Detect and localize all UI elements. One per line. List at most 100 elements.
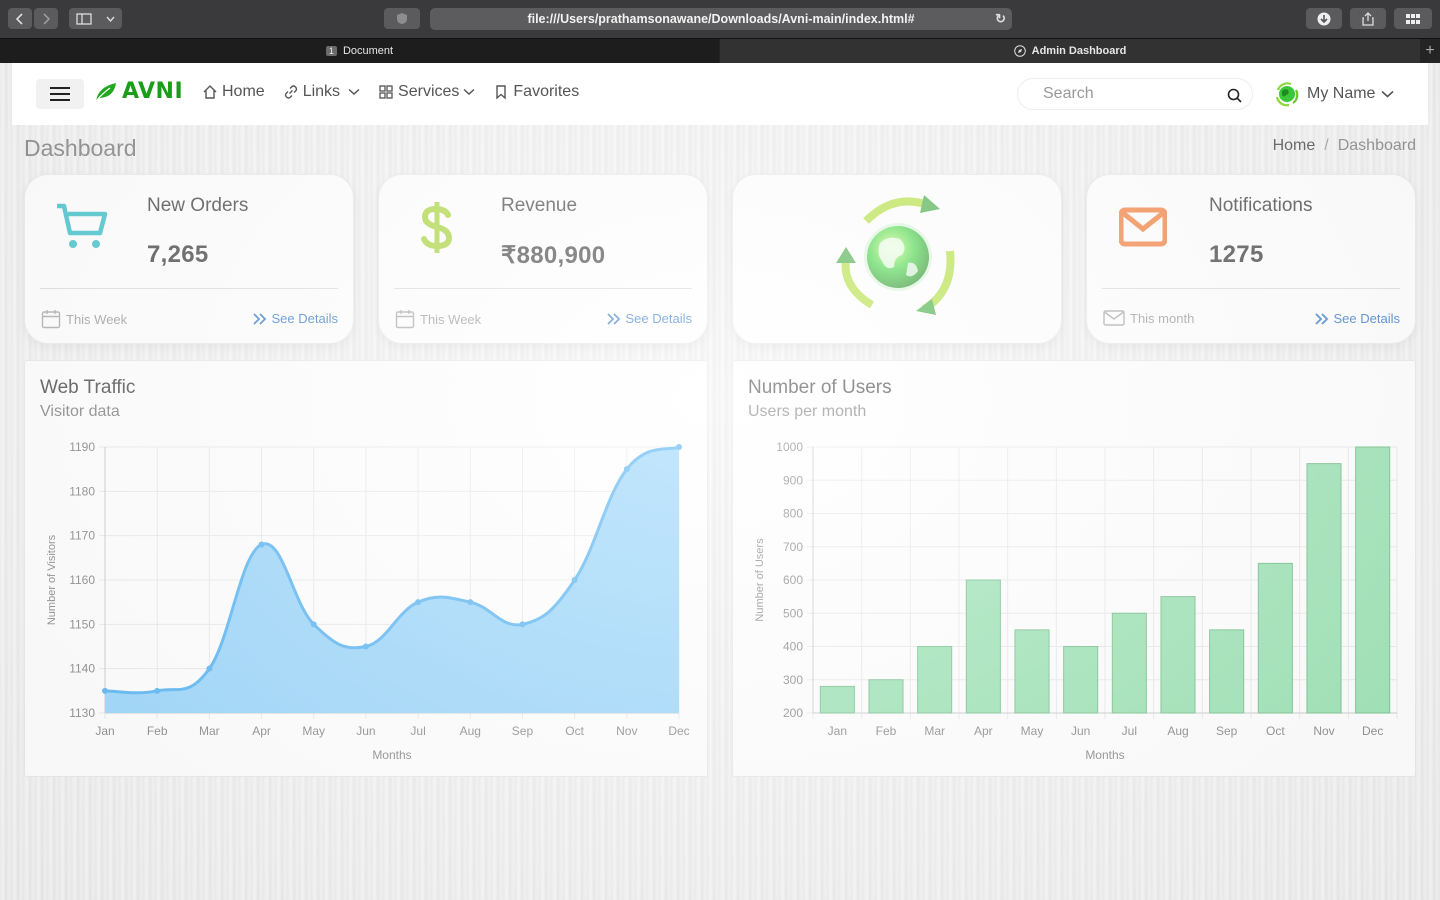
chevron-right-icon xyxy=(43,12,51,25)
card-period: This month xyxy=(1103,309,1194,327)
card-notifications: Notifications 1275 This month See Detail… xyxy=(1086,174,1416,344)
hamburger-icon xyxy=(50,87,70,89)
see-details-link[interactable]: See Details xyxy=(1314,311,1400,326)
nav-links[interactable]: Links xyxy=(283,83,360,101)
see-details-link[interactable]: See Details xyxy=(252,311,338,326)
x-tick-label: Mar xyxy=(199,724,220,738)
divider xyxy=(394,288,692,289)
x-tick-label: Aug xyxy=(1167,724,1188,738)
chevron-down-icon xyxy=(1381,90,1394,98)
search-input[interactable] xyxy=(1043,85,1213,103)
compass-icon xyxy=(1013,45,1026,57)
link-icon xyxy=(284,85,297,99)
see-details-label: See Details xyxy=(1333,311,1400,326)
nav-links-label: Links xyxy=(302,83,341,100)
data-point xyxy=(206,665,213,672)
url-text: file:///Users/prathamsonawane/Downloads/… xyxy=(527,12,915,26)
x-tick-label: May xyxy=(1021,724,1044,738)
brand-name: AVNI xyxy=(122,79,184,104)
search-icon[interactable] xyxy=(1227,88,1242,103)
tab-bar: 1 Document Admin Dashboard + xyxy=(0,38,1440,63)
double-chevron-right-icon xyxy=(606,312,620,325)
privacy-button[interactable] xyxy=(384,8,420,29)
y-tick-label: 1140 xyxy=(69,662,95,676)
x-tick-label: Aug xyxy=(460,724,481,738)
share-icon xyxy=(1362,11,1374,26)
y-tick-label: 300 xyxy=(783,673,803,687)
nav-favorites[interactable]: Favorites xyxy=(493,83,579,101)
address-bar[interactable]: file:///Users/prathamsonawane/Downloads/… xyxy=(430,8,1012,30)
y-tick-label: 700 xyxy=(783,540,803,554)
search-box xyxy=(1017,78,1253,110)
leaf-icon xyxy=(95,82,116,101)
x-tick-label: May xyxy=(302,724,325,738)
main-nav: Home Links Services Favorites xyxy=(202,83,579,101)
x-tick-label: Dec xyxy=(668,724,689,738)
breadcrumb-home[interactable]: Home xyxy=(1273,137,1316,155)
data-point xyxy=(415,599,422,606)
double-chevron-right-icon xyxy=(252,312,266,325)
x-tick-label: Jan xyxy=(95,724,114,738)
x-tick-label: Mar xyxy=(924,724,945,738)
nav-home[interactable]: Home xyxy=(202,83,265,101)
card-period-label: This Week xyxy=(66,311,128,327)
y-tick-label: 800 xyxy=(783,507,803,521)
data-point xyxy=(467,599,474,606)
back-button[interactable] xyxy=(8,8,32,29)
share-button[interactable] xyxy=(1350,8,1386,29)
recycling-globe-icon xyxy=(836,195,955,315)
bookmark-icon xyxy=(496,85,507,100)
card-label: Revenue xyxy=(501,195,578,216)
tab-label: Document xyxy=(342,45,394,57)
see-details-label: See Details xyxy=(271,311,338,326)
y-axis-label: Number of Users xyxy=(754,538,766,622)
grid-icon xyxy=(379,85,393,99)
see-details-link[interactable]: See Details xyxy=(606,311,692,326)
mail-icon xyxy=(1103,310,1125,326)
bar xyxy=(1306,463,1342,714)
tab-badge: 1 xyxy=(325,46,337,56)
avatar xyxy=(1275,82,1299,107)
menu-toggle-button[interactable] xyxy=(36,79,84,109)
nav-home-label: Home xyxy=(222,83,265,100)
tab-document[interactable]: 1 Document xyxy=(0,39,719,63)
shopping-cart-icon xyxy=(57,203,108,248)
y-tick-label: 1190 xyxy=(69,440,95,454)
brand-logo[interactable]: AVNI xyxy=(94,79,183,104)
y-tick-label: 1170 xyxy=(69,529,95,543)
data-point xyxy=(623,466,630,473)
chevron-down-icon xyxy=(106,16,115,22)
x-tick-label: Sep xyxy=(1216,724,1238,738)
new-tab-button[interactable]: + xyxy=(1420,39,1440,63)
forward-button[interactable] xyxy=(34,8,58,29)
calendar-icon xyxy=(41,310,61,329)
data-point xyxy=(154,687,161,694)
shield-icon xyxy=(397,13,407,24)
y-tick-label: 1160 xyxy=(69,573,95,587)
x-tick-label: Jun xyxy=(356,724,375,738)
user-menu[interactable]: My Name xyxy=(1273,80,1394,108)
chevron-left-icon xyxy=(15,12,23,25)
x-axis-label: Months xyxy=(372,748,411,762)
bar xyxy=(917,646,953,714)
downloads-button[interactable] xyxy=(1306,8,1342,29)
reload-icon[interactable]: ↻ xyxy=(995,11,1006,27)
tab-overview-button[interactable] xyxy=(1394,8,1432,29)
bar xyxy=(1355,446,1391,714)
chevron-down-icon xyxy=(463,88,475,96)
breadcrumb-current: Dashboard xyxy=(1337,137,1416,154)
tab-label: Admin Dashboard xyxy=(1031,45,1127,57)
x-axis-label: Months xyxy=(1085,748,1124,762)
sidebar-toggle-button[interactable] xyxy=(69,8,122,29)
bar xyxy=(1209,629,1245,714)
x-tick-label: Jun xyxy=(1071,724,1090,738)
x-tick-label: Jul xyxy=(1122,724,1137,738)
double-chevron-right-icon xyxy=(1314,312,1328,325)
y-tick-label: 1000 xyxy=(776,440,803,454)
tab-admin-dashboard[interactable]: Admin Dashboard xyxy=(720,39,1420,63)
grid-icon xyxy=(1406,13,1420,24)
nav-services[interactable]: Services xyxy=(378,83,475,101)
data-point xyxy=(676,444,682,450)
data-point xyxy=(571,577,578,583)
calendar-icon xyxy=(395,310,415,329)
